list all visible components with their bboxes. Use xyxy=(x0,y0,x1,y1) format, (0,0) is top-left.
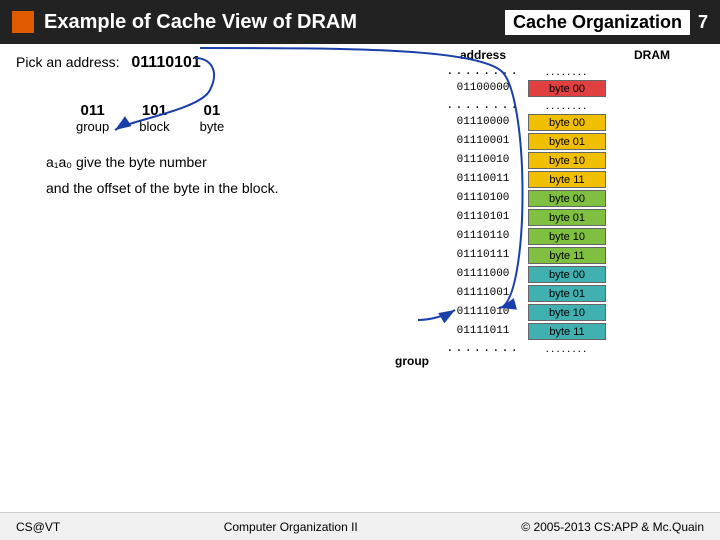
dram-header: address DRAM xyxy=(438,48,712,62)
byte-cell: byte 10 xyxy=(528,152,606,169)
byte-cell: byte 10 xyxy=(528,304,606,321)
header-bar: Example of Cache View of DRAM Cache Orga… xyxy=(0,0,720,44)
block-value: 101 xyxy=(139,102,169,119)
table-row: 01110001byte 01 xyxy=(438,132,712,150)
footer-left: CS@VT xyxy=(16,520,60,534)
byte-label: byte xyxy=(200,119,225,134)
a1a0-content: a₁a₀ give the byte number xyxy=(46,154,207,170)
addr-cell: ........ xyxy=(438,98,528,112)
byte-cell: byte 00 xyxy=(528,114,606,131)
block-label: block xyxy=(139,119,169,134)
addr-cell: 01111011 xyxy=(438,325,528,337)
byte-cell: ........ xyxy=(528,97,606,114)
footer-center: Computer Organization II xyxy=(224,520,358,534)
addr-cell: 01100000 xyxy=(438,82,528,94)
addr-cell: 01110100 xyxy=(438,192,528,204)
addr-cell: 01110001 xyxy=(438,135,528,147)
group-label: group xyxy=(76,119,109,134)
addr-cell: ........ xyxy=(438,64,528,78)
table-row: ................ xyxy=(438,64,712,78)
table-row: 01110111byte 11 xyxy=(438,246,712,264)
addr-cell: 01111001 xyxy=(438,287,528,299)
offset-content: and the offset of the byte in the block. xyxy=(46,180,278,196)
byte-value: 01 xyxy=(200,102,225,119)
byte-cell: ........ xyxy=(528,340,606,357)
table-row: 01111011byte 11 xyxy=(438,322,712,340)
a1a0-text: a₁a₀ give the byte number xyxy=(46,154,414,170)
pick-label: Pick an address: xyxy=(16,54,120,70)
addr-cell: ........ xyxy=(438,341,528,355)
byte-cell: byte 01 xyxy=(528,133,606,150)
table-row: 01111010byte 10 xyxy=(438,303,712,321)
offset-text: and the offset of the byte in the block. xyxy=(46,180,414,196)
group-value: 011 xyxy=(76,102,109,119)
footer: CS@VT Computer Organization II © 2005-20… xyxy=(0,512,720,540)
byte-cell: byte 01 xyxy=(528,209,606,226)
addr-cell: 01111010 xyxy=(438,306,528,318)
table-row: ................ xyxy=(438,341,712,355)
byte-cell: ........ xyxy=(528,63,606,80)
addr-cell: 01111000 xyxy=(438,268,528,280)
byte-cell: byte 10 xyxy=(528,228,606,245)
addr-cell: 01110101 xyxy=(438,211,528,223)
group-arrow-label: group xyxy=(395,354,429,368)
addr-cell: 01110011 xyxy=(438,173,528,185)
byte-cell: byte 00 xyxy=(528,80,606,97)
table-row: 01110011byte 11 xyxy=(438,170,712,188)
byte-cell: byte 00 xyxy=(528,266,606,283)
block-item: 101 block xyxy=(139,102,169,134)
byte-cell: byte 00 xyxy=(528,190,606,207)
col-address-header: address xyxy=(438,48,528,62)
byte-cell: byte 11 xyxy=(528,171,606,188)
right-panel: address DRAM ................01100000byt… xyxy=(430,44,720,540)
table-row: 01100000byte 00 xyxy=(438,79,712,97)
addr-cell: 01110000 xyxy=(438,116,528,128)
group-item: 011 group xyxy=(76,102,109,134)
addr-cell: 01110110 xyxy=(438,230,528,242)
group-block-byte-section: 011 group 101 block 01 byte xyxy=(76,102,414,134)
slide-number: 7 xyxy=(698,12,708,33)
table-row: 01110010byte 10 xyxy=(438,151,712,169)
table-row: ................ xyxy=(438,98,712,112)
address-value: 01110101 xyxy=(131,54,200,71)
pick-address-line: Pick an address: 01110101 xyxy=(16,54,414,72)
table-row: 01110110byte 10 xyxy=(438,227,712,245)
table-row: 01110000byte 00 xyxy=(438,113,712,131)
byte-item: 01 byte xyxy=(200,102,225,134)
byte-cell: byte 01 xyxy=(528,285,606,302)
addr-cell: 01110010 xyxy=(438,154,528,166)
orange-box-icon xyxy=(12,11,34,33)
table-row: 01110100byte 00 xyxy=(438,189,712,207)
footer-right: © 2005-2013 CS:APP & Mc.Quain xyxy=(521,520,704,534)
addr-cell: 01110111 xyxy=(438,249,528,261)
left-panel: Pick an address: 01110101 011 group 101 … xyxy=(0,44,430,540)
table-row: 01110101byte 01 xyxy=(438,208,712,226)
page-title: Example of Cache View of DRAM xyxy=(44,11,505,34)
byte-cell: byte 11 xyxy=(528,323,606,340)
cache-org-label: Cache Organization xyxy=(505,10,690,35)
dram-table: ................01100000byte 00.........… xyxy=(438,64,712,355)
byte-cell: byte 11 xyxy=(528,247,606,264)
col-dram-header: DRAM xyxy=(612,48,692,62)
table-row: 01111001byte 01 xyxy=(438,284,712,302)
main-content: Pick an address: 01110101 011 group 101 … xyxy=(0,44,720,540)
table-row: 01111000byte 00 xyxy=(438,265,712,283)
